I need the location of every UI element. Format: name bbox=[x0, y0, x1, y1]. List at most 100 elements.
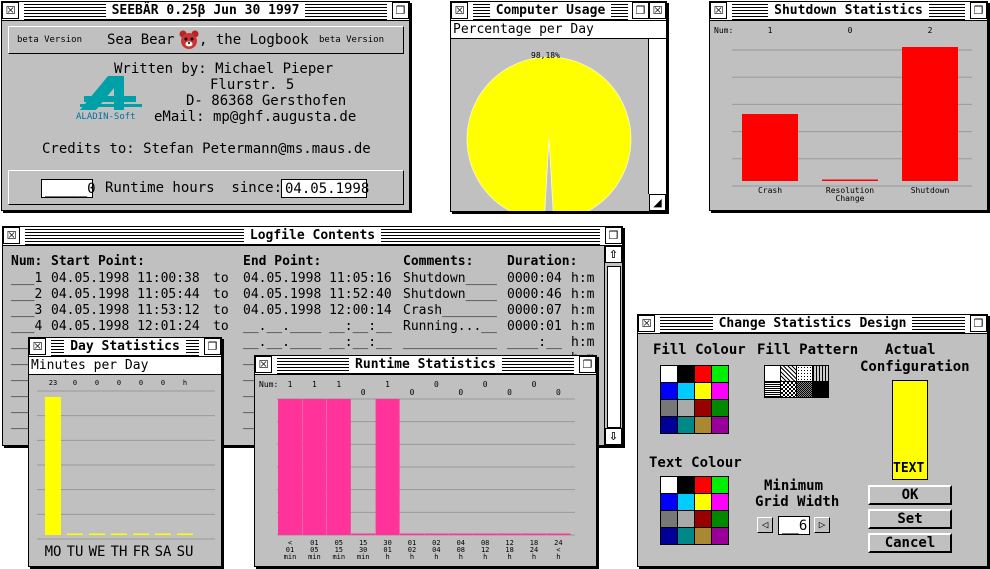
runtime-titlebar[interactable]: ☒ Runtime Statistics ❐ bbox=[255, 356, 596, 375]
grid-decrement-button[interactable]: ◁ bbox=[757, 517, 773, 533]
grid-width-field[interactable]: __6 bbox=[778, 516, 810, 535]
pattern-swatch[interactable] bbox=[813, 382, 828, 397]
city-line: D- 86368 Gersthofen bbox=[186, 93, 347, 109]
color-swatch[interactable] bbox=[712, 528, 728, 544]
runtime-bar-7 bbox=[448, 533, 473, 535]
pattern-swatch[interactable] bbox=[797, 366, 812, 381]
table-row[interactable]: ___4 04.05.1998 12:01:24 to __.__.____ __:_… bbox=[3, 319, 603, 335]
color-swatch[interactable] bbox=[678, 417, 694, 433]
log-duration: 0000:07 bbox=[507, 303, 562, 318]
runtime-bar-0 bbox=[278, 399, 302, 535]
fill-pattern-label: Fill Pattern bbox=[757, 342, 859, 358]
close-icon[interactable]: ☒ bbox=[255, 356, 272, 373]
day-subtitle: Minutes per Day bbox=[31, 358, 149, 373]
color-swatch[interactable] bbox=[661, 366, 677, 382]
pattern-swatch[interactable] bbox=[797, 382, 812, 397]
pattern-swatch[interactable] bbox=[765, 382, 780, 397]
log-scrollbar[interactable]: ⇧ ⇩ bbox=[604, 246, 622, 445]
color-swatch[interactable] bbox=[695, 477, 711, 493]
pattern-swatch[interactable] bbox=[765, 366, 780, 381]
color-swatch[interactable] bbox=[695, 494, 711, 510]
close-icon[interactable]: ☒ bbox=[710, 2, 727, 19]
since-date-field[interactable]: 04.05.1998 bbox=[281, 179, 369, 198]
depth-icon[interactable]: ❐ bbox=[605, 227, 622, 244]
table-row[interactable]: ___1 04.05.1998 11:00:38 to 04.05.1998 11:0… bbox=[3, 271, 603, 287]
close-icon[interactable]: ☒ bbox=[638, 315, 655, 332]
fill-pattern-picker[interactable] bbox=[764, 365, 829, 398]
color-swatch[interactable] bbox=[678, 494, 694, 510]
ok-button[interactable]: OK bbox=[868, 485, 952, 505]
color-swatch[interactable] bbox=[712, 383, 728, 399]
color-swatch[interactable] bbox=[712, 366, 728, 382]
design-titlebar[interactable]: ☒ Change Statistics Design ❐ bbox=[638, 315, 987, 334]
color-swatch[interactable] bbox=[695, 366, 711, 382]
color-swatch[interactable] bbox=[695, 400, 711, 416]
pattern-swatch[interactable] bbox=[813, 366, 828, 381]
configuration-label: Configuration bbox=[860, 359, 970, 375]
runtime-hours-field[interactable]: _____0 bbox=[41, 179, 96, 198]
text-colour-label: Text Colour bbox=[649, 455, 742, 471]
color-swatch[interactable] bbox=[678, 477, 694, 493]
table-row[interactable]: ___2 04.05.1998 11:05:44 to 04.05.1998 11:5… bbox=[3, 287, 603, 303]
color-swatch[interactable] bbox=[661, 400, 677, 416]
pattern-swatch[interactable] bbox=[781, 382, 796, 397]
color-swatch[interactable] bbox=[678, 383, 694, 399]
close-icon[interactable]: ☒ bbox=[2, 2, 19, 19]
depth-icon[interactable]: ❐ bbox=[970, 2, 987, 19]
text-colour-palette[interactable] bbox=[660, 476, 729, 545]
color-swatch[interactable] bbox=[661, 417, 677, 433]
depth-icon[interactable]: ❐ bbox=[970, 315, 987, 332]
color-swatch[interactable] bbox=[695, 528, 711, 544]
depth-icon[interactable]: ❐ bbox=[204, 338, 221, 355]
log-unit: h:m bbox=[571, 335, 595, 350]
resize-icon[interactable]: ◢ bbox=[649, 194, 666, 211]
color-swatch[interactable] bbox=[712, 417, 728, 433]
color-swatch[interactable] bbox=[678, 366, 694, 382]
log-end: __.__.____ __:__:__ bbox=[243, 335, 392, 350]
runtime-count-8: 0 bbox=[483, 380, 488, 389]
grid-width-label: Grid Width bbox=[755, 494, 840, 510]
depth-icon[interactable]: ❐ bbox=[632, 2, 649, 19]
close-icon[interactable]: ☒ bbox=[3, 227, 20, 244]
color-swatch[interactable] bbox=[712, 494, 728, 510]
day-bar-4 bbox=[133, 533, 149, 535]
shutdown-titlebar[interactable]: ☒ Shutdown Statistics ❐ bbox=[710, 2, 987, 21]
color-swatch[interactable] bbox=[695, 511, 711, 527]
color-swatch[interactable] bbox=[661, 528, 677, 544]
color-swatch[interactable] bbox=[712, 400, 728, 416]
color-swatch[interactable] bbox=[712, 511, 728, 527]
runtime-category-7: h bbox=[459, 553, 463, 561]
cancel-button[interactable]: Cancel bbox=[868, 533, 952, 553]
logfile-titlebar[interactable]: ☒ Logfile Contents ❐ bbox=[3, 227, 622, 246]
color-swatch[interactable] bbox=[695, 383, 711, 399]
table-row[interactable]: ___3 04.05.1998 11:53:12 to 04.05.1998 12:0… bbox=[3, 303, 603, 319]
scroll-down-icon[interactable]: ⇩ bbox=[605, 428, 622, 445]
log-header-end: End Point: bbox=[243, 254, 322, 269]
color-swatch[interactable] bbox=[678, 511, 694, 527]
fill-colour-palette[interactable] bbox=[660, 365, 729, 434]
set-button[interactable]: Set bbox=[868, 509, 952, 529]
color-swatch[interactable] bbox=[661, 511, 677, 527]
close-icon[interactable]: ☒ bbox=[451, 2, 468, 19]
color-swatch[interactable] bbox=[661, 494, 677, 510]
runtime-count-7: 0 bbox=[458, 388, 463, 397]
color-swatch[interactable] bbox=[661, 383, 677, 399]
runtime-bar-4 bbox=[375, 399, 400, 535]
grid-increment-button[interactable]: ▷ bbox=[814, 517, 830, 533]
about-titlebar[interactable]: ☒ SEEBÄR 0.25β Jun 30 1997 ❐ bbox=[2, 2, 409, 21]
scroll-up-icon[interactable]: ⇧ bbox=[605, 246, 622, 263]
day-titlebar[interactable]: ☒ Day Statistics ❐ bbox=[29, 338, 221, 357]
depth-icon[interactable]: ❐ bbox=[392, 2, 409, 19]
color-swatch[interactable] bbox=[695, 417, 711, 433]
color-swatch[interactable] bbox=[712, 477, 728, 493]
zoom-icon[interactable]: ☒ bbox=[649, 2, 666, 19]
pattern-swatch[interactable] bbox=[781, 366, 796, 381]
color-swatch[interactable] bbox=[661, 477, 677, 493]
usage-titlebar[interactable]: ☒ Computer Usage ❐ ☒ bbox=[451, 2, 666, 21]
usage-scrollbar[interactable] bbox=[648, 39, 666, 194]
color-swatch[interactable] bbox=[678, 528, 694, 544]
depth-icon[interactable]: ❐ bbox=[579, 356, 596, 373]
color-swatch[interactable] bbox=[678, 400, 694, 416]
close-icon[interactable]: ☒ bbox=[29, 338, 46, 355]
scroll-track[interactable] bbox=[607, 266, 621, 428]
